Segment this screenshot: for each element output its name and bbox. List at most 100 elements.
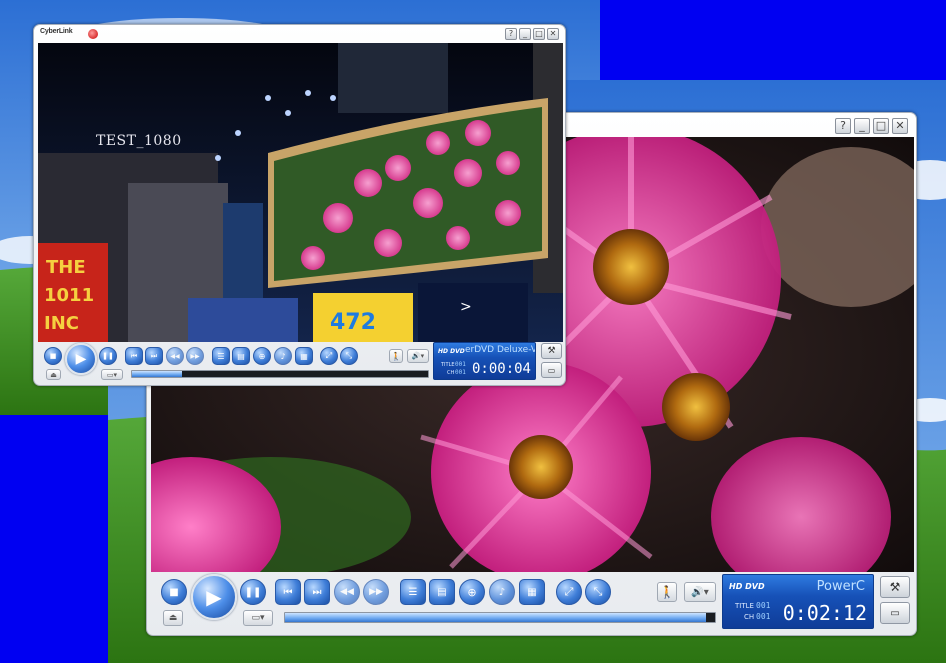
volume-button[interactable]: 🔊▾ [684,582,716,602]
maximize-button[interactable]: □ [533,28,545,40]
subtitle-icon: ▤ [437,586,447,598]
audio-stream-button[interactable]: ♪ [489,579,515,605]
next-button[interactable]: ⏭ [145,347,163,365]
hd-dvd-logo: HD DVD [729,582,765,591]
time-counter: 0:02:12 [782,601,867,625]
drive-selector[interactable]: ▭▾ [243,610,273,626]
seek-bar[interactable] [284,612,716,623]
help-button[interactable]: ? [835,118,851,134]
close-button[interactable]: ✕ [547,28,559,40]
record-icon [88,29,98,39]
eject-button[interactable]: ⏏ [163,610,183,626]
angle-button[interactable]: ⊕ [459,579,485,605]
seek-bar[interactable] [131,370,429,378]
walk-button[interactable]: 🚶 [389,349,403,363]
stop-button[interactable]: ■ [44,347,62,365]
rewind-button[interactable]: ◀◀ [166,347,184,365]
zoom-in-icon: ⤢ [564,585,574,598]
player-window-small: CyberLink ? _ □ ✕ THE 1011 INC 472 > TES… [33,24,566,386]
expand-button[interactable]: ▭ [880,602,910,624]
playlist-button[interactable]: ▦ [519,579,545,605]
seek-bar-fill [285,613,707,622]
title-number: 001 [756,601,771,610]
control-bar: ■ ▶ ❚❚ ⏏ ▭▾ ⏮ ⏭ ◀◀ ▶▶ ☰ ▤ ⊕ ♪ ▦ ⤢ ⤡ 🚶 🔊▾… [147,570,916,635]
help-button[interactable]: ? [505,28,517,40]
chapter-number: 001 [455,369,466,376]
playlist-button[interactable]: ▦ [295,347,313,365]
fast-forward-button[interactable]: ▶▶ [363,579,389,605]
stop-icon: ■ [49,352,57,360]
eject-icon: ⏏ [168,613,178,623]
pause-button[interactable]: ❚❚ [240,579,266,605]
volume-icon: 🔊▾ [411,352,425,360]
zoom-out-icon: ⤡ [593,585,603,598]
play-icon: ▶ [206,585,222,609]
stop-icon: ■ [169,586,179,598]
lcd-display: HD DVD erDVD Deluxe-V TITLE 001 CH 001 0… [433,342,536,380]
pause-button[interactable]: ❚❚ [99,347,117,365]
chapter-label: CH [744,613,755,621]
audio-icon: ♪ [498,586,506,598]
zoom-out-button[interactable]: ⤡ [585,579,611,605]
audio-stream-button[interactable]: ♪ [274,347,292,365]
pause-icon: ❚❚ [244,586,262,598]
minimize-button[interactable]: _ [519,28,531,40]
tools-icon: ⚒ [547,346,556,356]
title-label: TITLE [735,602,754,610]
play-icon: ▶ [75,351,87,367]
settings-button[interactable]: ⚒ [541,343,562,359]
play-button[interactable]: ▶ [65,343,97,375]
subtitle-button[interactable]: ▤ [429,579,455,605]
next-icon: ⏭ [312,586,322,598]
fast-forward-button[interactable]: ▶▶ [186,347,204,365]
chapter-number: 001 [756,612,771,621]
lcd-title-text: PowerC [816,579,865,594]
close-button[interactable]: ✕ [892,118,908,134]
watermark-text: TEST_1080 [96,133,182,149]
menu-icon: ☰ [217,351,225,361]
maximize-button[interactable]: □ [873,118,889,134]
rewind-button[interactable]: ◀◀ [334,579,360,605]
pause-icon: ❚❚ [102,352,114,360]
expand-button[interactable]: ▭ [541,362,562,378]
video-frame-times-square: THE 1011 INC 472 > [38,43,563,342]
settings-button[interactable]: ⚒ [880,576,910,598]
previous-button[interactable]: ⏮ [275,579,301,605]
globe-icon: ⊕ [258,351,266,361]
video-area[interactable]: THE 1011 INC 472 > TEST_1080 [38,43,563,342]
zoom-in-button[interactable]: ⤢ [556,579,582,605]
seek-bar-fill [132,371,183,377]
title-bar[interactable]: CyberLink ? _ □ ✕ [34,25,565,43]
control-bar: ■ ▶ ❚❚ ⏏ ▭▾ ⏮ ⏭ ◀◀ ▶▶ ☰ ▤ ⊕ ♪ ▦ ⤢ ⤡ 🚶 🔊▾… [34,340,565,385]
drive-icon: ▭▾ [106,370,118,379]
play-button[interactable]: ▶ [191,574,237,620]
lcd-display: HD DVD PowerC TITLE 001 CH 001 0:02:12 [722,574,874,629]
next-icon: ⏭ [150,351,158,360]
chapter-label: CH [447,370,455,376]
fast-forward-icon: ▶▶ [369,587,383,597]
volume-button[interactable]: 🔊▾ [407,349,429,363]
svg-text:1011: 1011 [44,285,94,306]
previous-button[interactable]: ⏮ [125,347,143,365]
menu-button[interactable]: ☰ [400,579,426,605]
walk-button[interactable]: 🚶 [657,582,677,602]
eject-button[interactable]: ⏏ [46,369,61,380]
minimize-button[interactable]: _ [854,118,870,134]
zoom-in-button[interactable]: ⤢ [320,347,338,365]
next-button[interactable]: ⏭ [304,579,330,605]
drive-selector[interactable]: ▭▾ [101,369,123,380]
previous-icon: ⏮ [283,586,293,598]
menu-button[interactable]: ☰ [212,347,230,365]
globe-icon: ⊕ [467,585,477,599]
fast-forward-icon: ▶▶ [190,352,200,360]
svg-text:>: > [460,299,472,315]
stop-button[interactable]: ■ [161,579,187,605]
zoom-out-button[interactable]: ⤡ [340,347,358,365]
time-counter: 0:00:04 [471,361,531,377]
subtitle-button[interactable]: ▤ [232,347,250,365]
expand-icon: ▭ [890,607,900,619]
angle-button[interactable]: ⊕ [253,347,271,365]
rewind-icon: ◀◀ [340,587,354,597]
audio-icon: ♪ [280,351,286,361]
playlist-icon: ▦ [527,586,537,598]
